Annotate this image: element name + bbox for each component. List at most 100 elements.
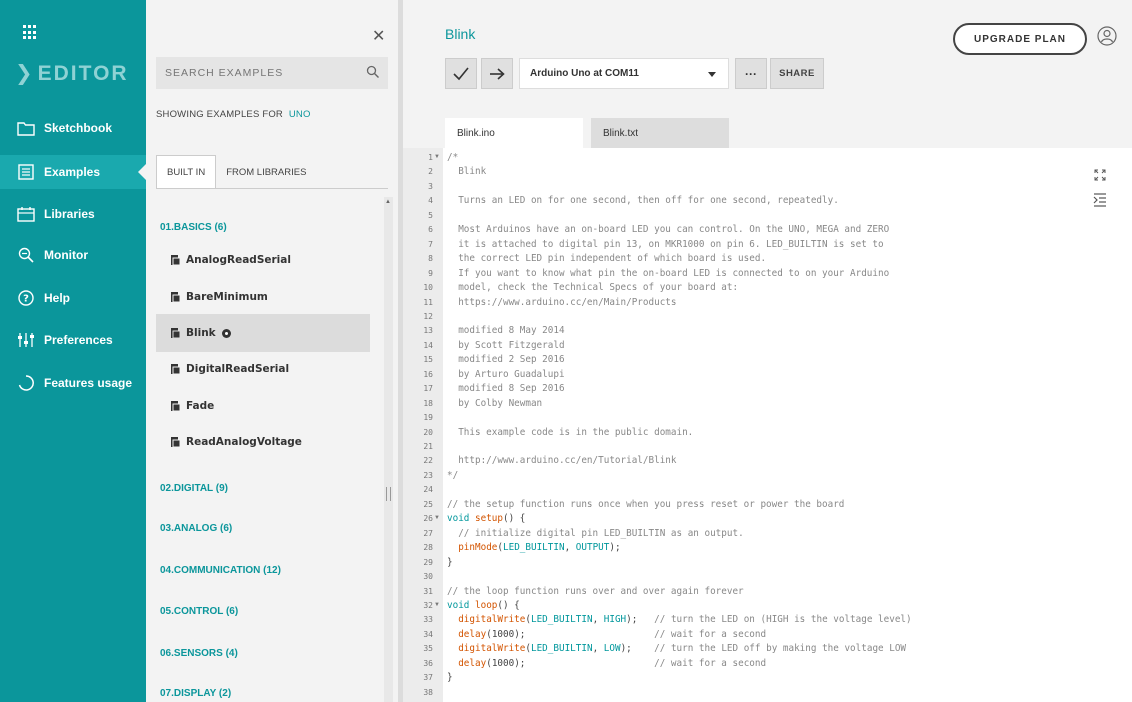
example-bareminimum[interactable]: BareMinimum	[156, 278, 370, 316]
fold-toggle-icon[interactable]: ▼	[434, 602, 440, 608]
example-label: DigitalReadSerial	[186, 363, 290, 375]
example-analogreadserial[interactable]: AnalogReadSerial	[156, 241, 370, 279]
example-readanalogvoltage[interactable]: ReadAnalogVoltage	[156, 423, 370, 461]
code-line[interactable]: https://www.arduino.cc/en/Main/Products	[447, 297, 676, 308]
sidebar-item-label: Preferences	[44, 333, 113, 347]
code-line[interactable]: If you want to know what pin the on-boar…	[447, 268, 889, 279]
code-line[interactable]: Blink	[447, 166, 486, 177]
upgrade-plan-button[interactable]: UPGRADE PLAN	[953, 23, 1087, 55]
line-number: 35	[423, 644, 433, 654]
code-line[interactable]: modified 8 May 2014	[447, 325, 564, 336]
sidebar-item-libraries[interactable]: Libraries	[0, 197, 146, 231]
code-line[interactable]: model, check the Technical Specs of your…	[447, 282, 738, 293]
sidebar-item-label: Monitor	[44, 248, 88, 262]
category-digital[interactable]: 02.DIGITAL (9)	[160, 483, 228, 494]
example-label: BareMinimum	[186, 291, 268, 303]
folder-icon	[16, 119, 36, 137]
line-number: 27	[423, 528, 433, 538]
category-control[interactable]: 05.CONTROL (6)	[160, 606, 238, 617]
line-number: 17	[423, 384, 433, 394]
line-number: 15	[423, 355, 433, 365]
line-number: 30	[423, 572, 433, 582]
tab-from-libraries[interactable]: FROM LIBRARIES	[216, 155, 316, 189]
code-line[interactable]: // the setup function runs once when you…	[447, 499, 844, 510]
line-number: 29	[423, 557, 433, 567]
sidebar-item-sketchbook[interactable]: Sketchbook	[0, 111, 146, 145]
indent-icon[interactable]	[1093, 192, 1107, 208]
examples-tabs: BUILT IN FROM LIBRARIES	[156, 155, 316, 189]
board-link[interactable]: UNO	[289, 109, 311, 120]
code-line[interactable]: }	[447, 672, 453, 683]
sidebar-item-examples[interactable]: Examples	[0, 155, 146, 189]
share-button[interactable]: SHARE	[770, 58, 824, 89]
showing-prefix: SHOWING EXAMPLES FOR	[156, 109, 283, 120]
code-line[interactable]: Most Arduinos have an on-board LED you c…	[447, 224, 889, 235]
code-line[interactable]: // the loop function runs over and over …	[447, 586, 744, 597]
sidebar-item-preferences[interactable]: Preferences	[0, 323, 146, 357]
category-communication[interactable]: 04.COMMUNICATION (12)	[160, 565, 281, 576]
example-fade[interactable]: Fade	[156, 387, 370, 425]
user-avatar-icon[interactable]	[1097, 26, 1117, 46]
code-line[interactable]: void loop() {	[447, 600, 520, 611]
code-line[interactable]: digitalWrite(LED_BUILTIN, LOW); // turn …	[447, 643, 906, 654]
sidebar-item-monitor[interactable]: Monitor	[0, 238, 146, 272]
category-sensors[interactable]: 06.SENSORS (4)	[160, 648, 238, 659]
code-line[interactable]: /*	[447, 152, 458, 163]
line-number: 19	[423, 413, 433, 423]
sidebar-item-label: Sketchbook	[44, 121, 113, 135]
scroll-up-icon[interactable]: ▲	[385, 199, 391, 205]
code-line[interactable]: delay(1000); // wait for a second	[447, 629, 766, 640]
line-number: 6	[428, 225, 433, 235]
examples-scrollbar[interactable]: ▲	[384, 197, 393, 702]
more-options-button[interactable]: ···	[735, 58, 767, 89]
fold-toggle-icon[interactable]: ▼	[434, 515, 440, 521]
code-line[interactable]: Turns an LED on for one second, then off…	[447, 195, 839, 206]
sidebar-item-features-usage[interactable]: Features usage	[0, 366, 146, 400]
example-digitalreadserial[interactable]: DigitalReadSerial	[156, 350, 370, 388]
category-analog[interactable]: 03.ANALOG (6)	[160, 523, 232, 534]
code-line[interactable]: by Arturo Guadalupi	[447, 369, 564, 380]
code-line[interactable]: // initialize digital pin LED_BUILTIN as…	[447, 528, 743, 539]
code-editor[interactable]: 1 ▼ 2 3 4 5 6 7 8 9 10 11 12 13 14 15 16 17 18 19 20 21 22 23 24…	[403, 148, 1132, 702]
scrollbar-thumb[interactable]	[386, 487, 391, 501]
search-icon[interactable]	[366, 65, 380, 79]
tab-blink-ino[interactable]: Blink.ino	[445, 118, 583, 148]
code-line[interactable]: the correct LED pin independent of which…	[447, 253, 766, 264]
example-blink[interactable]: Blink	[156, 314, 370, 352]
chevron-right-icon: ❯	[15, 62, 35, 85]
code-line[interactable]: pinMode(LED_BUILTIN, OUTPUT);	[447, 542, 620, 553]
tab-blink-txt[interactable]: Blink.txt	[591, 118, 729, 148]
line-number: 26	[423, 514, 433, 524]
code-line[interactable]: digitalWrite(LED_BUILTIN, HIGH); // turn…	[447, 614, 911, 625]
close-icon[interactable]: ✕	[372, 26, 385, 46]
code-line[interactable]: }	[447, 557, 453, 568]
tab-built-in[interactable]: BUILT IN	[156, 155, 217, 189]
upload-button[interactable]	[481, 58, 513, 89]
code-line[interactable]: http://www.arduino.cc/en/Tutorial/Blink	[447, 455, 676, 466]
sketch-title[interactable]: Blink	[445, 26, 475, 42]
code-line[interactable]: This example code is in the public domai…	[447, 427, 693, 438]
line-number: 23	[423, 470, 433, 480]
libraries-icon	[16, 205, 36, 223]
verify-button[interactable]	[445, 58, 477, 89]
code-line[interactable]: modified 2 Sep 2016	[447, 354, 564, 365]
code-line[interactable]: by Scott Fitzgerald	[447, 340, 564, 351]
fold-toggle-icon[interactable]: ▼	[434, 154, 440, 160]
code-line[interactable]: void setup() {	[447, 513, 525, 524]
search-box	[156, 57, 388, 89]
category-basics[interactable]: 01.BASICS (6)	[160, 222, 227, 233]
apps-grid-icon[interactable]	[23, 25, 38, 40]
search-input[interactable]	[156, 57, 356, 89]
code-line[interactable]: delay(1000); // wait for a second	[447, 658, 766, 669]
code-line[interactable]: */	[447, 470, 458, 481]
sidebar-item-help[interactable]: ? Help	[0, 281, 146, 315]
category-display[interactable]: 07.DISPLAY (2)	[160, 688, 231, 699]
code-line[interactable]: modified 8 Sep 2016	[447, 383, 564, 394]
code-line[interactable]: by Colby Newman	[447, 398, 542, 409]
open-indicator-icon[interactable]	[221, 328, 231, 338]
code-line[interactable]: it is attached to digital pin 13, on MKR…	[447, 239, 883, 250]
line-number: 7	[428, 239, 433, 249]
expand-icon[interactable]	[1093, 168, 1107, 182]
example-label: AnalogReadSerial	[186, 254, 291, 266]
board-selector[interactable]: Arduino Uno at COM11	[519, 58, 729, 89]
